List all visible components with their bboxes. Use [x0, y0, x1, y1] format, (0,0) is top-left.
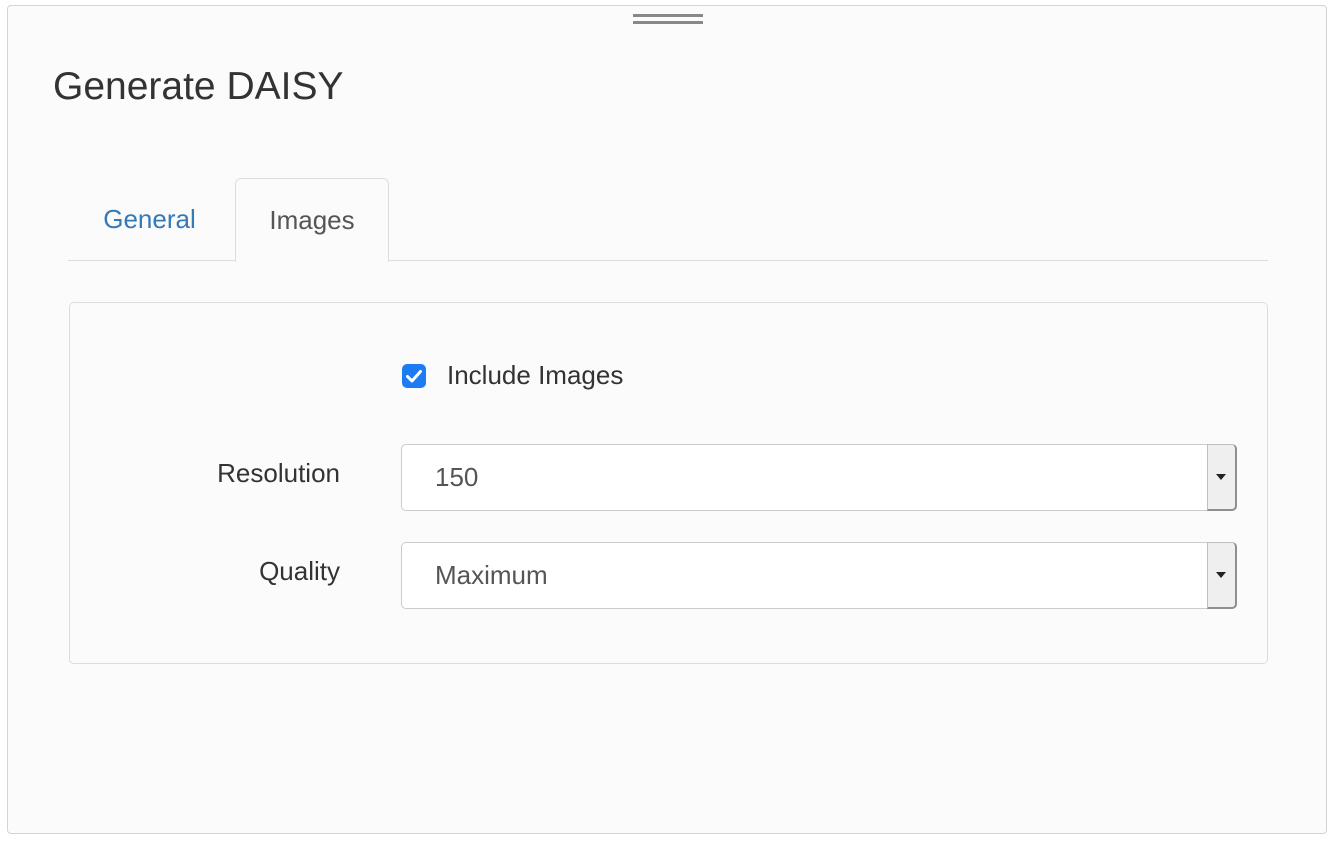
- resolution-select[interactable]: 150: [401, 444, 1237, 511]
- quality-dropdown-button[interactable]: [1207, 542, 1237, 609]
- resolution-value: 150: [435, 462, 479, 492]
- quality-select[interactable]: Maximum: [401, 542, 1237, 609]
- resolution-dropdown-button[interactable]: [1207, 444, 1237, 511]
- images-panel: Include Images Resolution 150 Quality Ma…: [69, 302, 1268, 664]
- tab-bar: General Images: [68, 178, 1268, 262]
- quality-label: Quality: [259, 556, 340, 586]
- include-images-label[interactable]: Include Images: [447, 358, 623, 392]
- quality-value: Maximum: [435, 560, 548, 590]
- tab-images[interactable]: Images: [235, 178, 389, 262]
- drag-handle-icon[interactable]: [633, 14, 703, 24]
- caret-down-icon: [1216, 474, 1226, 480]
- resolution-label: Resolution: [217, 458, 340, 488]
- generate-daisy-dialog: Generate DAISY General Images Include Im…: [7, 5, 1327, 834]
- tab-general[interactable]: General: [68, 178, 231, 261]
- dialog-title: Generate DAISY: [53, 65, 344, 108]
- caret-down-icon: [1216, 572, 1226, 578]
- include-images-checkbox[interactable]: [402, 364, 426, 388]
- checkmark-icon: [406, 370, 422, 383]
